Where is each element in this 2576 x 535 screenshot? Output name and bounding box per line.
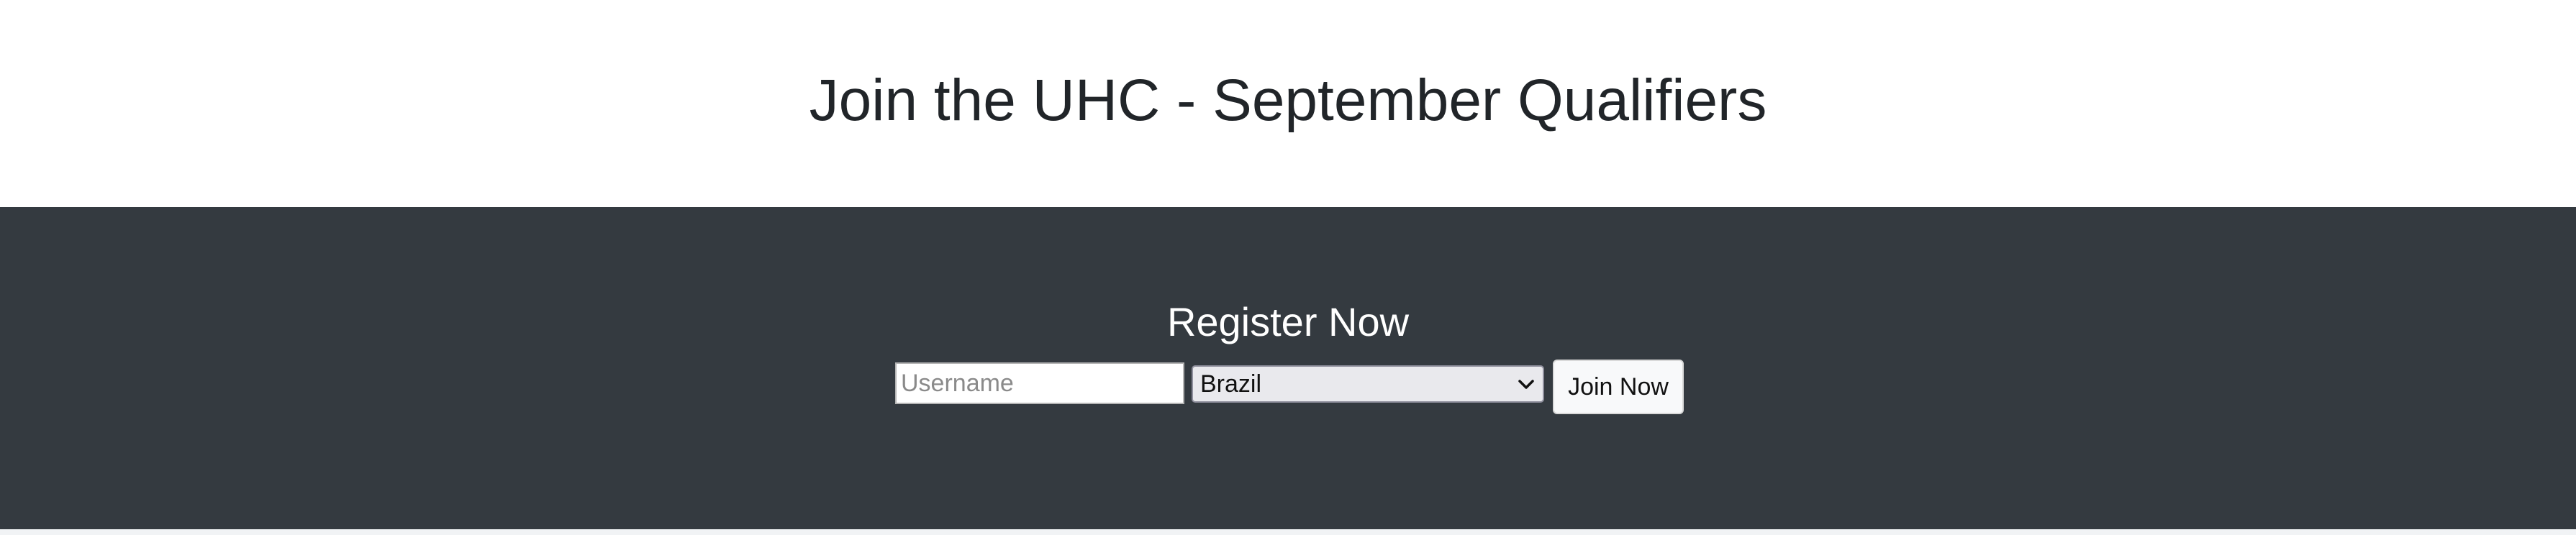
footer-divider <box>0 529 2576 535</box>
country-select[interactable]: Brazil <box>1192 365 1544 403</box>
country-select-value: Brazil <box>1200 370 1262 398</box>
chevron-down-icon <box>1518 380 1534 389</box>
join-now-button[interactable]: Join Now <box>1553 360 1684 414</box>
username-input[interactable] <box>895 362 1184 404</box>
register-heading: Register Now <box>1166 299 1410 344</box>
page: Join the UHC - September Qualifiers Regi… <box>0 0 2576 535</box>
page-title: Join the UHC - September Qualifiers <box>809 68 1767 133</box>
page-header: Join the UHC - September Qualifiers <box>0 0 2576 207</box>
